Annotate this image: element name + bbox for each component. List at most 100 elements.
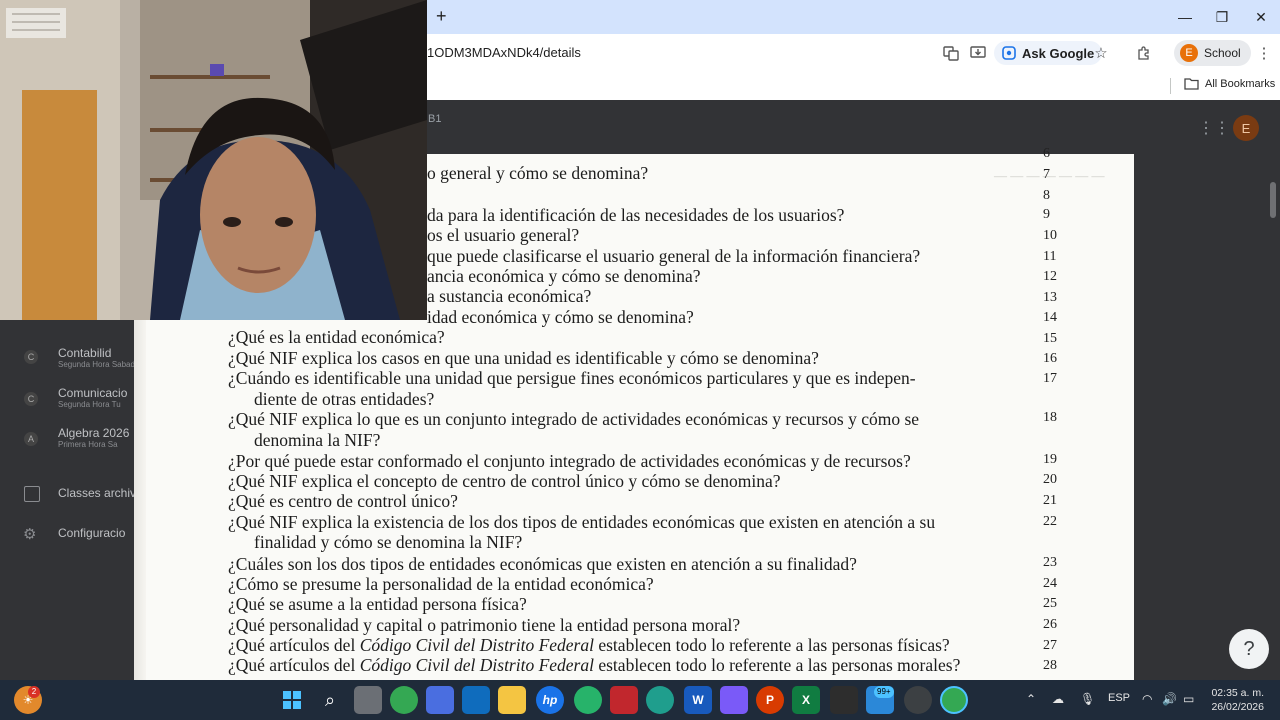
app-icon[interactable] xyxy=(830,686,858,714)
language-indicator[interactable]: ESP xyxy=(1108,692,1130,704)
webcam-overlay xyxy=(0,0,427,320)
wifi-icon[interactable]: ◠ xyxy=(1142,692,1152,706)
mail-badge: 99+ xyxy=(874,686,894,698)
folder-icon xyxy=(1184,78,1199,90)
sidebar-item-archived[interactable]: Classes archiv xyxy=(58,486,136,500)
apps-grid-icon[interactable]: ⋮⋮ xyxy=(1198,118,1230,138)
chrome-icon[interactable] xyxy=(390,686,418,714)
clock-date: 26/02/2026 xyxy=(1211,701,1264,713)
profile-name: School xyxy=(1204,46,1241,60)
chrome-alt-icon[interactable] xyxy=(574,686,602,714)
excel-icon[interactable]: X xyxy=(792,686,820,714)
recorder-icon[interactable] xyxy=(904,686,932,714)
question-text: ¿Qué se asume a la entidad persona físic… xyxy=(228,594,527,614)
question-number: 20 xyxy=(1043,472,1057,487)
class-avatar-3: A xyxy=(24,432,38,446)
account-avatar[interactable]: E xyxy=(1233,115,1259,141)
question-text: ¿Qué NIF explica lo que es un conjunto i… xyxy=(228,409,920,429)
powerpoint-icon[interactable]: P xyxy=(756,686,784,714)
question-text: ¿Cómo se presume la personalidad de la e… xyxy=(228,574,654,594)
new-tab-button[interactable]: + xyxy=(436,6,447,27)
sidebar-item-algebra[interactable]: Algebra 2026 Primera Hora Sa xyxy=(58,426,129,449)
translate-icon[interactable] xyxy=(937,39,965,67)
question-text: da para la identificación de las necesid… xyxy=(427,205,845,225)
start-windows-icon[interactable] xyxy=(278,686,306,714)
question-number: 15 xyxy=(1043,331,1057,346)
question-number: 18 xyxy=(1043,410,1057,425)
bookmark-star-icon[interactable]: ☆ xyxy=(1087,39,1115,67)
question-number: 28 xyxy=(1043,658,1057,673)
question-text: a sustancia económica? xyxy=(427,286,592,306)
question-text: ¿Cuándo es identificable una unidad que … xyxy=(228,368,916,388)
mcafee-icon[interactable] xyxy=(610,686,638,714)
battery-icon[interactable]: ▭ xyxy=(1183,692,1194,706)
bookmarks-divider xyxy=(1170,78,1171,94)
sidebar-item-settings[interactable]: Configuracio xyxy=(58,526,125,540)
file-explorer-icon[interactable] xyxy=(498,686,526,714)
question-number: 10 xyxy=(1043,228,1057,243)
chrome-active-icon[interactable] xyxy=(940,686,968,714)
sidebar-item-sub: Segunda Hora Sabado xyxy=(58,360,140,369)
question-number: 6 xyxy=(1043,146,1050,161)
sidebar-item-sub: Segunda Hora Tu xyxy=(58,400,121,409)
question-text: ancia económica y cómo se denomina? xyxy=(427,266,701,286)
tray-chevron-icon[interactable]: ⌃ xyxy=(1026,692,1036,706)
help-button[interactable]: ? xyxy=(1229,629,1269,669)
question-number: 27 xyxy=(1043,638,1057,653)
browser-menu-icon[interactable]: ⋮ xyxy=(1250,39,1278,67)
italic-title: Código Civil del Distrito Federal xyxy=(359,635,594,655)
install-app-icon[interactable] xyxy=(964,39,992,67)
question-number: 13 xyxy=(1043,290,1057,305)
store-icon[interactable] xyxy=(426,686,454,714)
question-text: ¿Qué es centro de control único? xyxy=(228,491,458,511)
sidebar-item-contabilidad[interactable]: Contabilid Segunda Hora Sabado xyxy=(58,346,139,369)
question-text: os el usuario general? xyxy=(427,225,580,245)
sidebar-item-sub: Primera Hora Sa xyxy=(58,440,118,449)
question-text: finalidad y cómo se denomina la NIF? xyxy=(254,532,523,552)
sidebar-item-label: Comunicacio xyxy=(58,386,128,400)
question-text: ¿Qué personalidad y capital o patrimonio… xyxy=(228,615,741,635)
profile-chip[interactable]: E School xyxy=(1174,40,1251,66)
question-number: 8 xyxy=(1043,188,1050,203)
all-bookmarks-button[interactable]: All Bookmarks xyxy=(1184,77,1275,90)
question-number: 12 xyxy=(1043,269,1057,284)
clock-time: 02:35 a. m. xyxy=(1211,687,1264,699)
help-icon: ? xyxy=(1243,637,1255,660)
edge-icon[interactable] xyxy=(646,686,674,714)
outlook-icon[interactable] xyxy=(462,686,490,714)
search-icon[interactable]: ⌕ xyxy=(316,686,344,714)
profile-avatar: E xyxy=(1180,44,1198,62)
question-text: ¿Qué NIF explica el concepto de centro d… xyxy=(228,471,781,491)
lens-icon xyxy=(1002,46,1016,60)
close-window-button[interactable]: ✕ xyxy=(1238,0,1280,34)
question-number: 11 xyxy=(1043,249,1057,264)
question-number: 24 xyxy=(1043,576,1057,591)
question-number: 9 xyxy=(1043,207,1050,222)
hp-icon[interactable]: hp xyxy=(536,686,564,714)
extensions-icon[interactable] xyxy=(1130,39,1158,67)
word-icon[interactable]: W xyxy=(684,686,712,714)
volume-icon[interactable]: 🔊 xyxy=(1162,692,1177,706)
onedrive-icon[interactable]: ☁ xyxy=(1052,692,1064,706)
question-number: 22 xyxy=(1043,514,1057,529)
italic-title: Código Civil del Distrito Federal xyxy=(359,655,594,675)
question-number: 25 xyxy=(1043,596,1057,611)
settings-gear-icon: ⚙ xyxy=(23,526,37,543)
question-number: 7 xyxy=(1043,167,1050,182)
class-avatar-1: C xyxy=(24,350,38,364)
webcam-frame xyxy=(0,0,427,320)
all-bookmarks-label: All Bookmarks xyxy=(1205,77,1276,90)
question-text: denomina la NIF? xyxy=(254,430,381,450)
sidebar-item-comunicacion[interactable]: Comunicacio Segunda Hora Tu xyxy=(58,386,127,409)
page-scrollbar[interactable] xyxy=(1270,182,1276,218)
question-text: ¿Por qué puede estar conformado el conju… xyxy=(228,451,911,471)
question-text: ¿Qué es la entidad económica? xyxy=(228,327,445,347)
copilot-icon[interactable] xyxy=(720,686,748,714)
ask-google-button[interactable]: Ask Google xyxy=(994,41,1103,65)
question-number: 21 xyxy=(1043,493,1057,508)
task-view-icon[interactable] xyxy=(354,686,382,714)
question-text: ¿Qué NIF explica la existencia de los do… xyxy=(228,512,936,532)
microphone-icon[interactable]: 🎙 xyxy=(1080,692,1095,706)
clock[interactable]: 02:35 a. m. 26/02/2026 xyxy=(1208,686,1264,714)
address-bar[interactable]: 1ODM3MDAxNDk4/details xyxy=(427,45,581,60)
